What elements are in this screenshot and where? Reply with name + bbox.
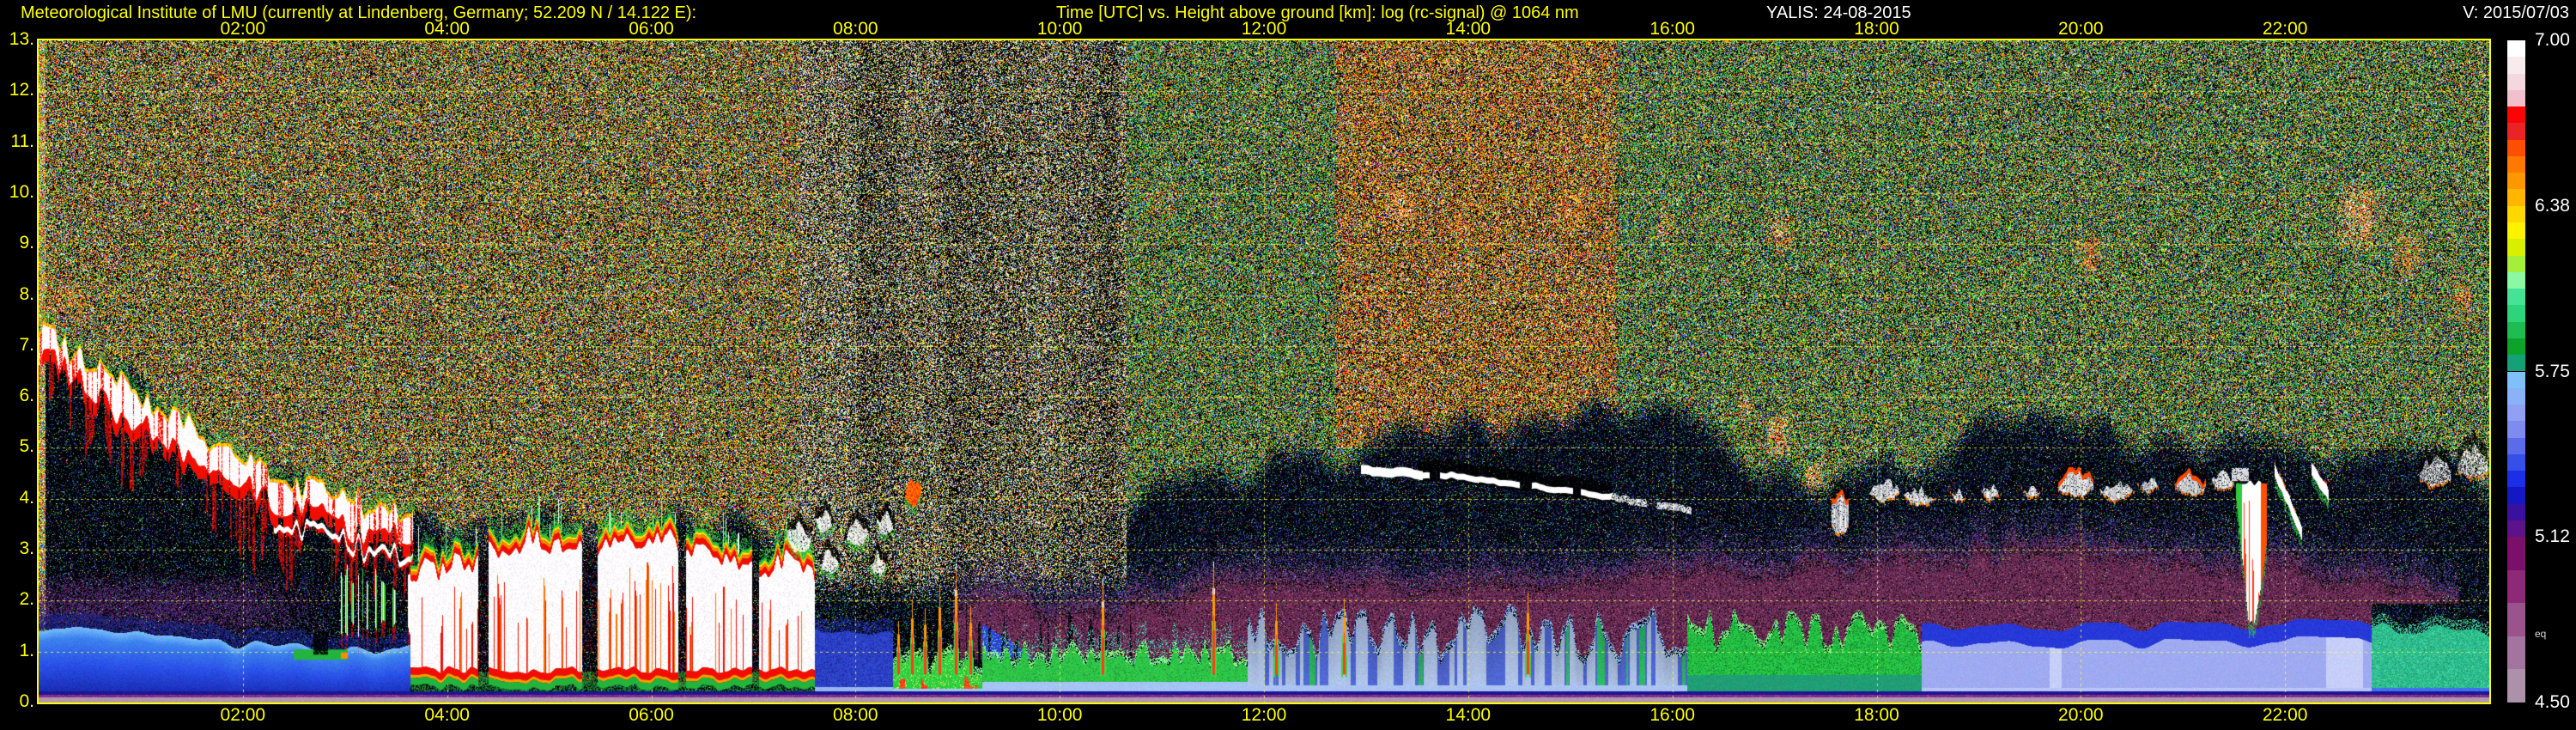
- colorbar-stop: [2507, 371, 2525, 388]
- lidar-quicklook-app: Meteorological Institute of LMU (current…: [0, 0, 2576, 730]
- plot-border: [37, 39, 2491, 704]
- colorbar-stop: [2507, 57, 2525, 74]
- x-tick-bottom: 08:00: [833, 705, 878, 725]
- colorbar-stop: [2507, 437, 2525, 454]
- x-tick-top: 16:00: [1649, 19, 1695, 39]
- y-tick: 12.: [9, 80, 34, 100]
- colorbar-eq-label: eq: [2535, 628, 2547, 640]
- x-tick-top: 10:00: [1036, 19, 1083, 39]
- x-tick-bottom: 10:00: [1036, 705, 1083, 725]
- y-tick: 2.: [19, 589, 34, 610]
- colorbar-stop: [2507, 405, 2525, 422]
- x-tick-top: 18:00: [1854, 19, 1899, 39]
- colorbar-tick: 7.00: [2535, 30, 2570, 50]
- x-tick-top: 06:00: [629, 19, 674, 39]
- x-tick-top: 08:00: [833, 19, 878, 39]
- x-tick-bottom: 12:00: [1241, 705, 1287, 725]
- colorbar-stop: [2507, 106, 2525, 124]
- x-tick-bottom: 06:00: [629, 705, 674, 725]
- y-tick: 3.: [19, 538, 34, 559]
- version-label: V: 2015/07/03: [2463, 3, 2569, 22]
- x-tick-top: 14:00: [1445, 19, 1492, 39]
- colorbar-stop: [2507, 453, 2525, 471]
- y-tick: 8.: [19, 283, 34, 304]
- y-tick: 13.: [9, 28, 34, 49]
- colorbar-stop: [2507, 173, 2525, 190]
- y-tick: 0.: [19, 691, 34, 711]
- colorbar-stop: [2507, 421, 2525, 438]
- colorbar: [2507, 40, 2525, 703]
- colorbar-stop: [2507, 239, 2525, 256]
- colorbar-stop: [2507, 537, 2525, 570]
- y-tick: 7.: [19, 334, 34, 355]
- colorbar-stop: [2507, 503, 2525, 520]
- colorbar-stop: [2507, 255, 2525, 272]
- institute-label: Meteorological Institute of LMU (current…: [21, 3, 697, 22]
- colorbar-stop: [2507, 271, 2525, 289]
- x-tick-bottom: 02:00: [220, 705, 266, 725]
- colorbar-stop: [2507, 338, 2525, 356]
- colorbar-stop: [2507, 471, 2525, 488]
- y-tick: 4.: [19, 487, 34, 508]
- colorbar-stop: [2507, 139, 2525, 156]
- y-tick: 10.: [9, 181, 34, 202]
- colorbar-tick: 6.38: [2535, 195, 2570, 216]
- colorbar-stop: [2507, 321, 2525, 338]
- x-tick-bottom: 20:00: [2058, 705, 2104, 725]
- x-tick-bottom: 18:00: [1854, 705, 1899, 725]
- colorbar-stop: [2507, 569, 2525, 604]
- colorbar-stop: [2507, 40, 2525, 58]
- x-tick-bottom: 22:00: [2262, 705, 2308, 725]
- colorbar-tick: 5.12: [2535, 526, 2570, 547]
- x-tick-top: 20:00: [2058, 19, 2104, 39]
- x-tick-top: 04:00: [424, 19, 470, 39]
- colorbar-stop: [2507, 222, 2525, 240]
- x-tick-top: 12:00: [1241, 19, 1287, 39]
- x-tick-bottom: 14:00: [1445, 705, 1492, 725]
- colorbar-stop: [2507, 669, 2525, 703]
- colorbar-stop: [2507, 520, 2525, 538]
- x-tick-bottom: 04:00: [424, 705, 470, 725]
- colorbar-stop: [2507, 155, 2525, 173]
- colorbar-stop: [2507, 89, 2525, 107]
- colorbar-tick: 5.75: [2535, 361, 2570, 381]
- colorbar-stop: [2507, 123, 2525, 140]
- x-tick-top: 02:00: [220, 19, 266, 39]
- y-tick: 11.: [10, 131, 34, 151]
- y-tick: 5.: [19, 436, 34, 457]
- colorbar-stop: [2507, 305, 2525, 322]
- lidar-heatmap-canvas: [39, 40, 2489, 703]
- x-tick-top: 22:00: [2262, 19, 2308, 39]
- colorbar-tick: 4.50: [2535, 692, 2570, 712]
- colorbar-stop: [2507, 636, 2525, 670]
- y-tick: 9.: [19, 233, 34, 253]
- x-tick-bottom: 16:00: [1649, 705, 1695, 725]
- colorbar-stop: [2507, 355, 2525, 372]
- colorbar-stop: [2507, 189, 2525, 206]
- y-tick: 6.: [19, 386, 34, 406]
- colorbar-stop: [2507, 387, 2525, 405]
- colorbar-stop: [2507, 289, 2525, 306]
- colorbar-stop: [2507, 487, 2525, 504]
- colorbar-stop: [2507, 205, 2525, 223]
- y-tick: 1.: [19, 640, 34, 660]
- colorbar-stop: [2507, 603, 2525, 636]
- colorbar-stop: [2507, 73, 2525, 90]
